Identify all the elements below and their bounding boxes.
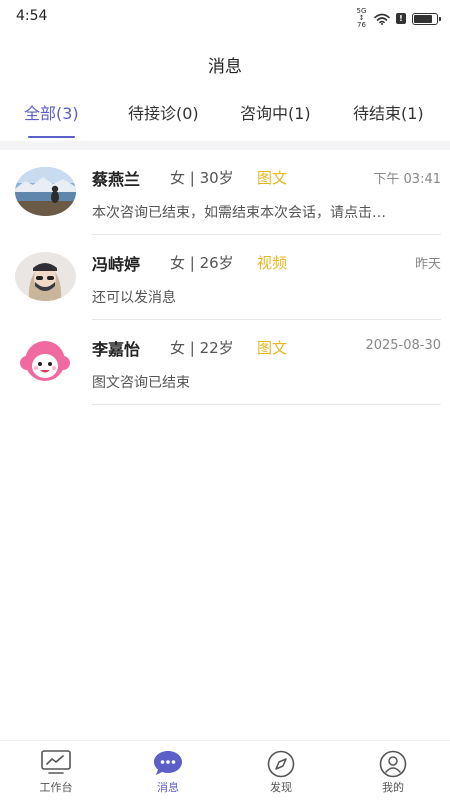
avatar	[15, 167, 76, 216]
battery-level	[414, 14, 432, 23]
message-time: 2025-08-30	[365, 338, 441, 353]
status-bar: 4:54 5G ↕ 76 !	[0, 0, 450, 34]
compass-icon	[267, 750, 295, 778]
tab-pending-end[interactable]: 待结束(1)	[353, 100, 424, 138]
monitor-icon	[41, 750, 71, 774]
consult-type-tag: 视频	[257, 254, 288, 272]
alert-badge-icon: !	[396, 13, 406, 24]
message-preview: 还可以发消息	[92, 290, 176, 306]
tab-in-consultation[interactable]: 咨询中(1)	[240, 100, 311, 138]
tab-pending-consult-label: 待接诊(0)	[128, 104, 199, 123]
patient-meta: 女 | 22岁	[170, 339, 234, 357]
wifi-icon	[374, 13, 390, 25]
filter-tabs: 全部(3) 待接诊(0) 咨询中(1) 待结束(1)	[0, 100, 450, 140]
battery-icon	[412, 12, 441, 25]
nav-messages[interactable]: 消息	[113, 741, 223, 800]
tab-in-consultation-label: 咨询中(1)	[240, 104, 311, 123]
patient-meta: 女 | 30岁	[170, 169, 234, 187]
patient-meta: 女 | 26岁	[170, 254, 234, 272]
patient-name: 蔡燕兰	[92, 170, 141, 189]
avatar	[15, 252, 76, 301]
active-tab-indicator	[28, 136, 75, 138]
nav-profile-label: 我的	[382, 781, 404, 794]
tab-all-label: 全部(3)	[24, 104, 79, 123]
nav-discover[interactable]: 发现	[226, 741, 336, 800]
message-preview: 本次咨询已结束，如需结束本次会话，请点击…	[92, 205, 386, 221]
nav-discover-label: 发现	[270, 781, 292, 794]
message-item[interactable]: 冯峙婷 女 | 26岁 视频 昨天 还可以发消息	[0, 235, 450, 320]
consult-type-tag: 图文	[257, 339, 288, 357]
nav-workbench[interactable]: 工作台	[1, 741, 111, 800]
patient-name: 冯峙婷	[92, 255, 141, 274]
message-time: 昨天	[414, 257, 441, 272]
item-divider	[92, 404, 441, 405]
nav-messages-label: 消息	[157, 781, 179, 794]
page-title: 消息	[208, 57, 242, 77]
bottom-nav: 工作台 消息 发现 我的	[0, 740, 450, 800]
message-list: 蔡燕兰 女 | 30岁 图文 下午 03:41 本次咨询已结束，如需结束本次会话…	[0, 150, 450, 405]
consult-type-tag: 图文	[257, 169, 288, 187]
nav-profile[interactable]: 我的	[338, 741, 448, 800]
nav-workbench-label: 工作台	[39, 781, 73, 794]
status-icons: 5G ↕ 76 !	[355, 7, 441, 29]
message-item[interactable]: 李嘉怡 女 | 22岁 图文 2025-08-30 图文咨询已结束	[0, 320, 450, 405]
patient-name: 李嘉怡	[92, 340, 141, 359]
network-speed-icon: 5G ↕ 76	[356, 7, 367, 29]
message-item[interactable]: 蔡燕兰 女 | 30岁 图文 下午 03:41 本次咨询已结束，如需结束本次会话…	[0, 150, 450, 235]
chat-bubble-icon	[154, 751, 182, 775]
message-time: 下午 03:41	[373, 172, 441, 187]
status-time: 4:54	[16, 8, 48, 24]
tab-pending-consult[interactable]: 待接诊(0)	[128, 100, 199, 138]
tab-pending-end-label: 待结束(1)	[353, 104, 424, 123]
user-icon	[379, 750, 407, 778]
message-preview: 图文咨询已结束	[92, 375, 190, 391]
tab-all[interactable]: 全部(3)	[24, 100, 79, 138]
section-divider	[0, 141, 450, 150]
avatar	[15, 337, 76, 386]
